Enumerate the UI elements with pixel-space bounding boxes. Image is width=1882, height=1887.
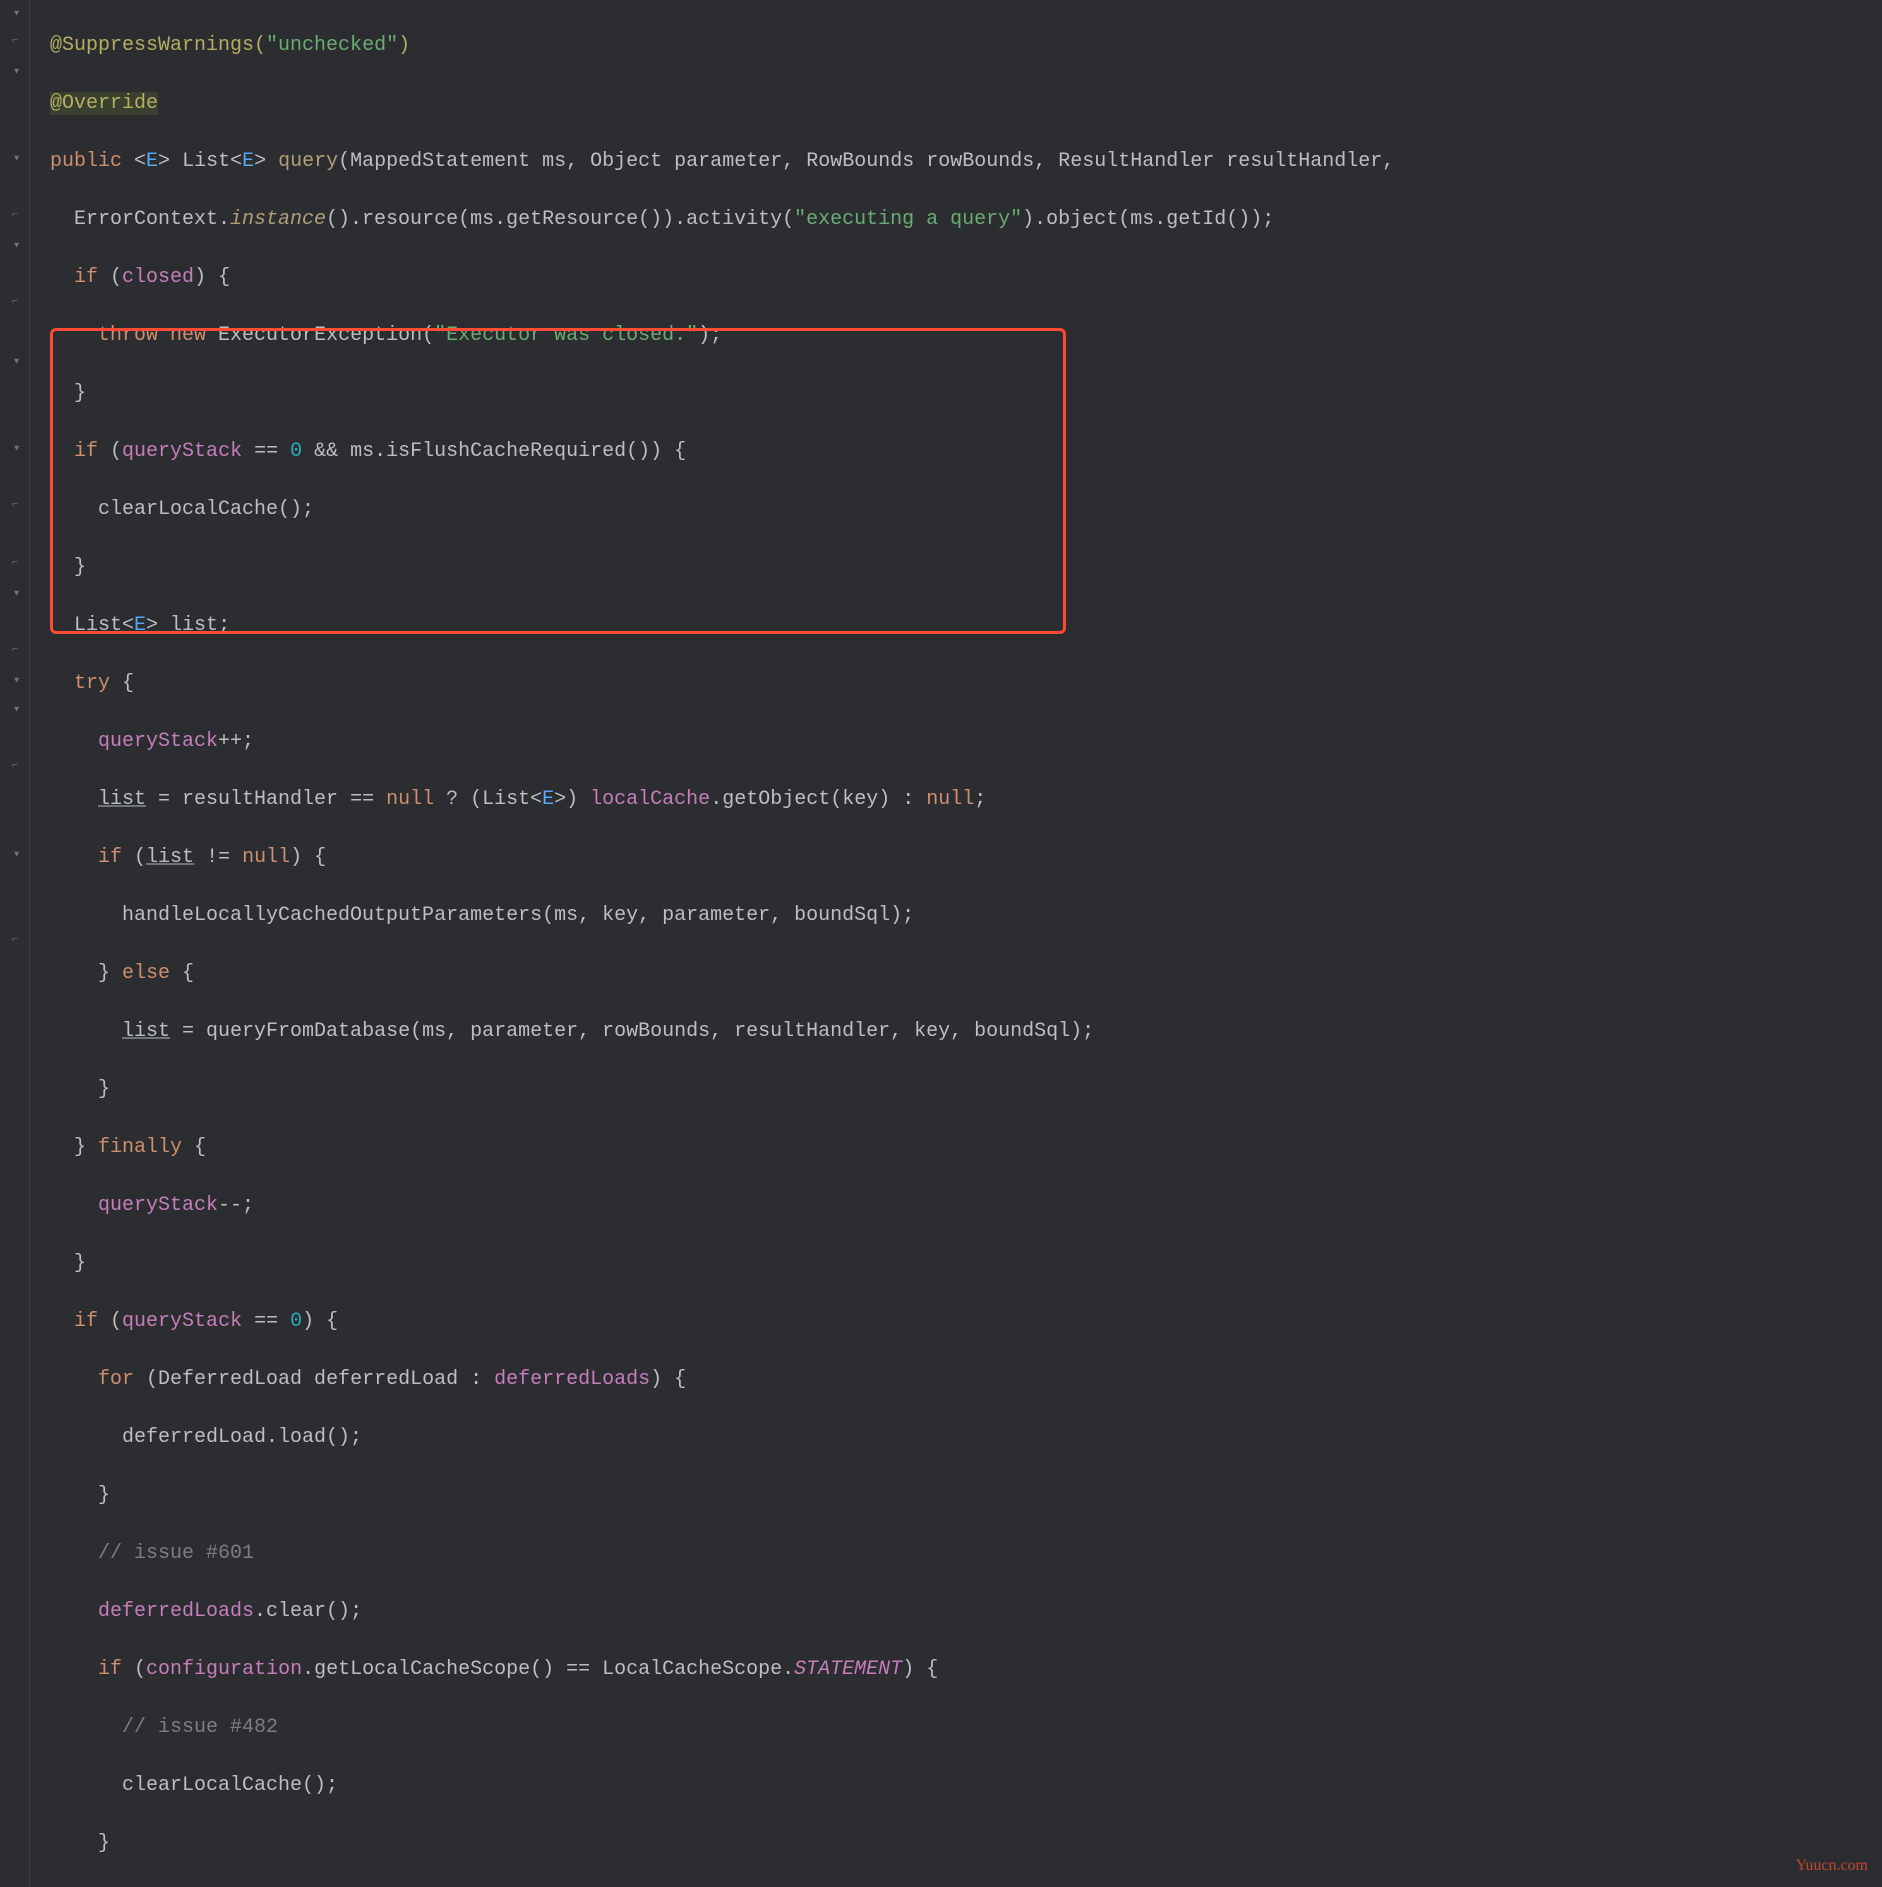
fold-marker-icon[interactable]: ▸ <box>8 673 22 687</box>
code-line[interactable]: clearLocalCache(); <box>50 1771 1882 1800</box>
fold-marker-icon[interactable]: ▸ <box>8 354 22 368</box>
fold-marker-icon[interactable]: ▸ <box>8 586 22 600</box>
code-line[interactable]: if (closed) { <box>50 263 1882 292</box>
fold-marker-icon[interactable]: ▸ <box>8 847 22 861</box>
code-line[interactable]: @SuppressWarnings("unchecked") <box>50 31 1882 60</box>
code-line[interactable]: } <box>50 1075 1882 1104</box>
fold-end-icon: ⌐ <box>8 557 22 571</box>
code-line[interactable]: } <box>50 1249 1882 1278</box>
editor-gutter: ▸ ⌐ ▸ ▸ ⌐ ▸ ⌐ ▸ ▸ ⌐ ⌐ ▸ ⌐ ▸ ▸ ⌐ ▸ ⌐ <box>0 0 30 1887</box>
fold-end-icon: ⌐ <box>8 499 22 513</box>
code-line[interactable]: // issue #601 <box>50 1539 1882 1568</box>
code-line[interactable]: if (list != null) { <box>50 843 1882 872</box>
code-line[interactable]: queryStack++; <box>50 727 1882 756</box>
fold-end-icon: ⌐ <box>8 35 22 49</box>
code-line[interactable]: try { <box>50 669 1882 698</box>
code-line[interactable]: } <box>50 1829 1882 1858</box>
fold-marker-icon[interactable]: ▸ <box>8 441 22 455</box>
code-line[interactable]: } <box>50 553 1882 582</box>
fold-marker-icon[interactable]: ▸ <box>8 702 22 716</box>
fold-end-icon: ⌐ <box>8 209 22 223</box>
code-line[interactable]: ErrorContext.instance().resource(ms.getR… <box>50 205 1882 234</box>
code-line[interactable]: public <E> List<E> query(MappedStatement… <box>50 147 1882 176</box>
fold-marker-icon[interactable]: ▸ <box>8 6 22 20</box>
code-line[interactable]: } finally { <box>50 1133 1882 1162</box>
fold-end-icon: ⌐ <box>8 934 22 948</box>
code-line[interactable]: list = queryFromDatabase(ms, parameter, … <box>50 1017 1882 1046</box>
fold-marker-icon[interactable]: ▸ <box>8 238 22 252</box>
code-line[interactable]: for (DeferredLoad deferredLoad : deferre… <box>50 1365 1882 1394</box>
code-editor[interactable]: @SuppressWarnings("unchecked") @Override… <box>32 2 1882 1887</box>
code-line[interactable]: throw new ExecutorException("Executor wa… <box>50 321 1882 350</box>
fold-marker-icon[interactable]: ▸ <box>8 151 22 165</box>
code-line[interactable]: List<E> list; <box>50 611 1882 640</box>
code-line[interactable]: clearLocalCache(); <box>50 495 1882 524</box>
code-line[interactable]: @Override <box>50 89 1882 118</box>
fold-marker-icon[interactable]: ▸ <box>8 64 22 78</box>
fold-end-icon: ⌐ <box>8 760 22 774</box>
code-line[interactable]: if (configuration.getLocalCacheScope() =… <box>50 1655 1882 1684</box>
code-line[interactable]: } <box>50 379 1882 408</box>
fold-end-icon: ⌐ <box>8 644 22 658</box>
code-line[interactable]: queryStack--; <box>50 1191 1882 1220</box>
code-line[interactable]: deferredLoads.clear(); <box>50 1597 1882 1626</box>
code-line[interactable]: } <box>50 1481 1882 1510</box>
fold-end-icon: ⌐ <box>8 296 22 310</box>
code-line[interactable]: if (queryStack == 0 && ms.isFlushCacheRe… <box>50 437 1882 466</box>
code-line[interactable]: // issue #482 <box>50 1713 1882 1742</box>
code-line[interactable]: if (queryStack == 0) { <box>50 1307 1882 1336</box>
code-line[interactable]: list = resultHandler == null ? (List<E>)… <box>50 785 1882 814</box>
code-line[interactable]: handleLocallyCachedOutputParameters(ms, … <box>50 901 1882 930</box>
code-line[interactable]: deferredLoad.load(); <box>50 1423 1882 1452</box>
code-line[interactable]: } else { <box>50 959 1882 988</box>
watermark-text: Yuucn.com <box>1796 1854 1868 1877</box>
